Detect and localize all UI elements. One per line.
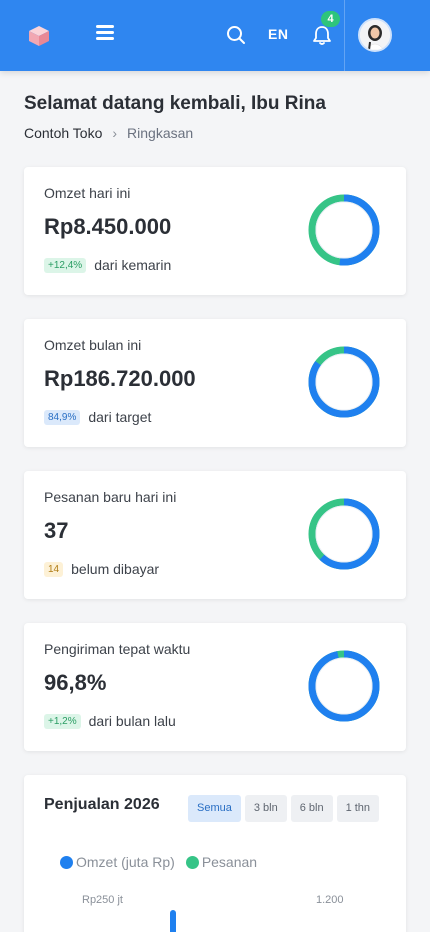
unpaid-badge: 14: [44, 561, 64, 577]
change-badge: +1,2%: [44, 713, 81, 729]
sales-title: Penjualan 2026: [44, 796, 160, 813]
legend-dot-icon: [60, 855, 73, 869]
stat-label: Omzet bulan ini: [44, 337, 142, 353]
stat-label: Pesanan baru hari ini: [44, 489, 177, 505]
donut-inner-ring: [315, 505, 373, 563]
change-badge: +12,4%: [44, 257, 87, 273]
stat-foot-text: dari target: [88, 409, 152, 425]
stat-foot-text: dari kemarin: [94, 257, 172, 273]
notification-badge: 4: [321, 11, 340, 27]
cube-logo-icon[interactable]: [27, 24, 51, 48]
breadcrumb-separator: ›: [112, 125, 118, 141]
page-title: Selamat datang kembali, Ibu Rina: [24, 93, 326, 114]
menu-icon[interactable]: [96, 25, 114, 43]
legend-label: Omzet (juta Rp): [76, 854, 175, 870]
user-avatar-icon: [360, 20, 390, 50]
donut-chart-icon: [308, 498, 380, 570]
stat-value: 37: [44, 518, 69, 543]
stat-label: Pengiriman tepat waktu: [44, 641, 191, 657]
search-icon[interactable]: [226, 25, 246, 45]
stat-card-on-time-delivery: Pengiriman tepat waktu 96,8% +1,2% dari …: [24, 623, 406, 751]
top-bar: EN 4: [0, 0, 430, 71]
filter-all-button[interactable]: Semua: [188, 795, 241, 822]
right-axis-tick: 1.200: [316, 894, 344, 906]
legend-label: Pesanan: [201, 854, 258, 870]
filter-6-months-button[interactable]: 6 bln: [290, 795, 333, 822]
period-filter: Semua 3 bln 6 bln 1 thn: [188, 795, 383, 822]
target-badge: 84,9%: [44, 409, 81, 425]
bell-icon[interactable]: [311, 24, 333, 46]
donut-chart-icon: [308, 346, 380, 418]
stat-label: Omzet hari ini: [44, 185, 131, 201]
chart-bar: [170, 910, 176, 932]
legend-item-revenue[interactable]: Omzet (juta Rp): [60, 854, 175, 870]
legend-dot-icon: [185, 855, 199, 869]
filter-3-months-button[interactable]: 3 bln: [244, 795, 287, 822]
donut-chart-icon: [308, 650, 380, 722]
left-axis-tick: Rp250 jt: [82, 894, 123, 906]
donut-value-segment: [308, 650, 380, 722]
stat-footnote: +12,4% dari kemarin: [44, 257, 171, 273]
stat-card-revenue-today: Omzet hari ini Rp8.450.000 +12,4% dari k…: [24, 167, 406, 295]
filter-1-year-button[interactable]: 1 thn: [336, 795, 380, 822]
header-divider: [344, 0, 345, 71]
donut-inner-ring: [315, 657, 373, 715]
breadcrumb: Contoh Toko › Ringkasan: [24, 125, 193, 141]
sales-card: Penjualan 2026 Semua 3 bln 6 bln 1 thn O…: [24, 775, 406, 932]
stat-card-revenue-month: Omzet bulan ini Rp186.720.000 84,9% dari…: [24, 319, 406, 447]
stat-value: Rp186.720.000: [44, 366, 196, 391]
chart-legend: Omzet (juta Rp) Pesanan: [60, 854, 268, 870]
stat-card-new-orders: Pesanan baru hari ini 37 14 belum dibaya…: [24, 471, 406, 599]
breadcrumb-item-current: Ringkasan: [127, 125, 194, 141]
language-switch[interactable]: EN: [268, 26, 288, 42]
breadcrumb-item-store[interactable]: Contoh Toko: [24, 125, 102, 141]
stat-footnote: +1,2% dari bulan lalu: [44, 713, 176, 729]
avatar[interactable]: [358, 18, 392, 52]
donut-inner-ring: [315, 353, 373, 411]
donut-chart-icon: [308, 194, 380, 266]
stat-footnote: 84,9% dari target: [44, 409, 151, 425]
legend-item-orders[interactable]: Pesanan: [185, 854, 258, 870]
donut-inner-ring: [315, 201, 373, 259]
stat-foot-text: dari bulan lalu: [88, 713, 176, 729]
stat-value: 96,8%: [44, 670, 107, 695]
stat-footnote: 14 belum dibayar: [44, 561, 159, 577]
stat-value: Rp8.450.000: [44, 214, 172, 239]
stat-foot-text: belum dibayar: [71, 561, 160, 577]
